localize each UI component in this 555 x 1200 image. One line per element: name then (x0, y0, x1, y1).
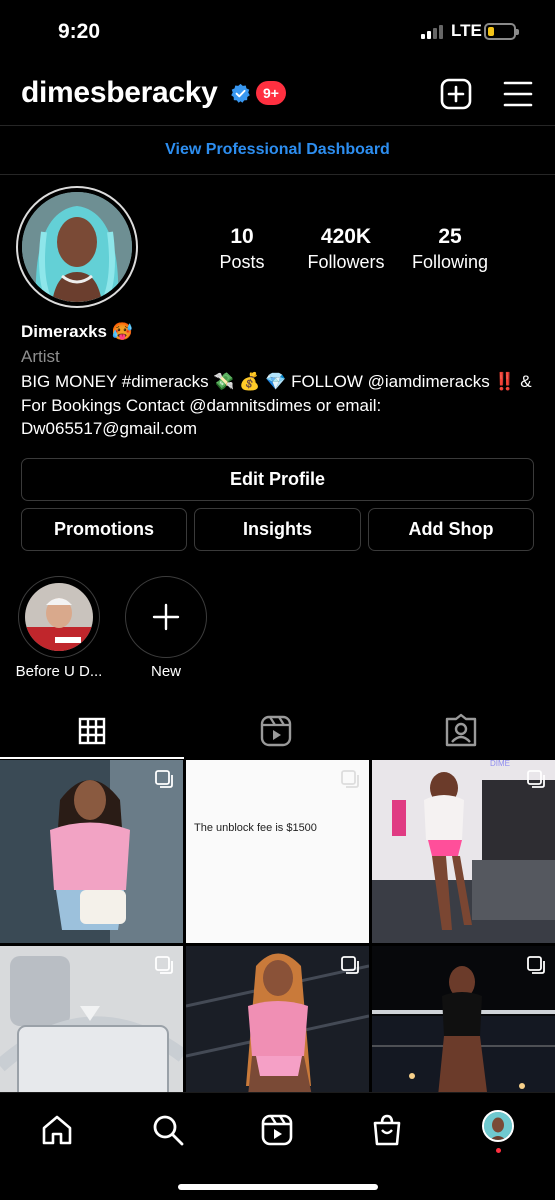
profile-tab-avatar[interactable] (482, 1110, 514, 1142)
bio-text: BIG MONEY #dimeracks 💸 💰 💎 FOLLOW @iamdi… (21, 372, 532, 438)
menu-icon[interactable] (503, 80, 533, 108)
svg-text:DIME: DIME (490, 760, 510, 768)
signal-icon (421, 24, 443, 39)
battery-icon (484, 23, 519, 40)
display-name: Dimeraxks 🥵 (21, 322, 133, 341)
highlight-thumbnail (25, 583, 93, 651)
status-time: 9:20 (58, 20, 101, 43)
post-text: The unblock fee is $1500 (194, 822, 317, 834)
followers-label: Followers (307, 252, 385, 272)
followers-count: 420K (320, 225, 372, 248)
post-thumbnail[interactable]: The unblock fee is $1500 (186, 760, 369, 943)
multi-image-icon (527, 956, 545, 974)
professional-dashboard-link[interactable]: View Professional Dashboard (0, 141, 555, 159)
network-type: LTE (451, 21, 482, 40)
search-icon[interactable] (151, 1113, 185, 1147)
add-shop-button[interactable]: Add Shop (368, 508, 534, 551)
divider (0, 125, 555, 126)
profile-category: Artist (21, 347, 60, 366)
highlight-label: Before U D... (15, 663, 103, 680)
home-icon[interactable] (40, 1113, 74, 1147)
posts-label: Posts (219, 252, 265, 272)
multi-image-icon (155, 956, 173, 974)
plus-icon (152, 603, 180, 631)
notification-dot (496, 1148, 501, 1153)
profile-avatar[interactable] (22, 192, 132, 302)
new-highlight-label: New (150, 663, 181, 680)
status-bar: 9:20 LTE (0, 0, 555, 62)
new-highlight-button[interactable] (125, 576, 207, 658)
stat-following[interactable]: 25 Following (395, 225, 505, 273)
grid-icon[interactable] (72, 713, 112, 749)
multi-image-icon (341, 770, 359, 788)
stat-posts[interactable]: 10 Posts (187, 225, 297, 273)
shop-icon[interactable] (370, 1113, 404, 1147)
notifications-badge[interactable]: 9+ (256, 81, 286, 105)
post-thumbnail[interactable] (0, 760, 183, 943)
reels-icon[interactable] (256, 713, 296, 749)
profile-header: dimesberacky 9+ (0, 70, 555, 120)
multi-image-icon (341, 956, 359, 974)
username[interactable]: dimesberacky (21, 76, 218, 110)
insights-button[interactable]: Insights (194, 508, 361, 551)
verified-badge-icon (231, 83, 250, 103)
tagged-icon[interactable] (441, 713, 481, 749)
divider (0, 174, 555, 175)
reels-nav-icon[interactable] (260, 1113, 294, 1147)
highlight-before[interactable] (18, 576, 100, 658)
edit-profile-button[interactable]: Edit Profile (21, 458, 534, 501)
post-thumbnail[interactable]: DIME (372, 760, 555, 943)
stat-followers[interactable]: 420K Followers (291, 225, 401, 273)
home-indicator (178, 1184, 378, 1190)
promotions-button[interactable]: Promotions (21, 508, 187, 551)
new-post-icon[interactable] (440, 78, 472, 110)
following-count: 25 (438, 225, 462, 248)
multi-image-icon (155, 770, 173, 788)
following-label: Following (411, 252, 489, 272)
multi-image-icon (527, 770, 545, 788)
active-tab-indicator (0, 757, 184, 759)
posts-count: 10 (230, 225, 254, 248)
